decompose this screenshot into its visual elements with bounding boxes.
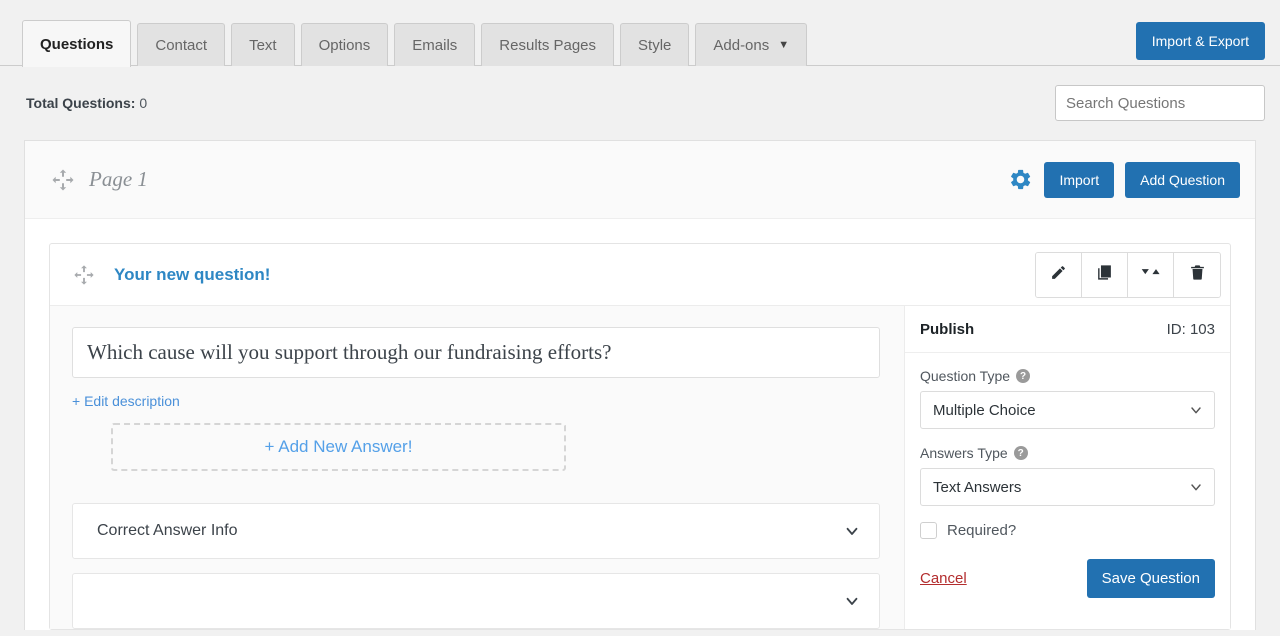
total-questions: Total Questions: 0	[26, 95, 147, 111]
chevron-down-icon	[843, 522, 861, 540]
page-card: Page 1 Import Add Question Your new ques…	[24, 140, 1256, 630]
question-card: Your new question! Which cause will you …	[49, 243, 1231, 630]
tab-bar: Questions Contact Text Options Emails Re…	[0, 0, 1280, 67]
total-questions-count: 0	[139, 95, 148, 111]
tab-label: Text	[249, 36, 277, 54]
accordion-correct-answer-info[interactable]: Correct Answer Info	[72, 503, 880, 559]
total-questions-label: Total Questions:	[26, 95, 136, 111]
answers-type-label-text: Answers Type	[920, 445, 1008, 461]
gear-icon[interactable]	[1008, 167, 1033, 192]
tab-contact[interactable]: Contact	[137, 23, 226, 66]
cancel-link[interactable]: Cancel	[920, 570, 967, 587]
publish-header: Publish ID: 103	[905, 306, 1230, 353]
trash-icon	[1189, 264, 1206, 286]
tab-label: Questions	[40, 35, 114, 53]
required-label: Required?	[947, 522, 1017, 539]
duplicate-question-button[interactable]	[1082, 252, 1128, 297]
tab-style[interactable]: Style	[620, 23, 690, 66]
import-export-button[interactable]: Import & Export	[1135, 22, 1265, 60]
tab-emails[interactable]: Emails	[394, 23, 476, 66]
answers-type-select[interactable]: Text Answers	[920, 468, 1215, 506]
tab-label: Emails	[412, 36, 458, 54]
required-row: Required?	[920, 522, 1215, 539]
answers-type-value: Text Answers	[933, 478, 1022, 496]
tab-questions[interactable]: Questions	[22, 20, 132, 67]
page-header-left: Page 1	[51, 167, 148, 192]
chevron-down-icon: ▼	[778, 38, 790, 51]
question-type-select-wrap: Multiple Choice	[920, 391, 1215, 429]
question-type-select[interactable]: Multiple Choice	[920, 391, 1215, 429]
tab-results-pages[interactable]: Results Pages	[481, 23, 615, 66]
question-type-label: Question Type ?	[920, 368, 1215, 384]
page-title: Page 1	[89, 167, 148, 191]
question-header: Your new question!	[50, 244, 1230, 306]
publish-panel: Publish ID: 103 Question Type ? Multiple…	[904, 306, 1230, 629]
delete-question-button[interactable]	[1174, 252, 1220, 297]
move-arrows-icon[interactable]	[73, 264, 95, 286]
help-icon[interactable]: ?	[1013, 446, 1028, 460]
search-input[interactable]	[1055, 85, 1265, 121]
tab-label: Add-ons	[713, 36, 770, 54]
question-body: + Edit description + Add New Answer! Cor…	[50, 306, 1230, 629]
publish-actions: Cancel Save Question	[920, 559, 1215, 598]
publish-body: Question Type ? Multiple Choice Answers …	[905, 353, 1230, 598]
pencil-icon	[1050, 264, 1067, 286]
edit-question-button[interactable]	[1036, 252, 1082, 297]
tab-addons[interactable]: Add-ons ▼	[695, 23, 808, 66]
required-checkbox[interactable]	[920, 522, 937, 539]
accordion-label: Correct Answer Info	[97, 522, 238, 539]
page-header: Page 1 Import Add Question	[25, 141, 1255, 219]
tab-text[interactable]: Text	[231, 23, 295, 66]
question-id-label: ID: 103	[1166, 320, 1215, 338]
edit-description-link[interactable]: + Edit description	[72, 393, 180, 409]
tab-label: Style	[638, 36, 672, 54]
add-question-button[interactable]: Add Question	[1125, 161, 1240, 198]
question-type-label-text: Question Type	[920, 368, 1011, 384]
help-icon[interactable]: ?	[1016, 369, 1031, 383]
answers-type-select-wrap: Text Answers	[920, 468, 1215, 506]
question-text-input[interactable]	[72, 327, 880, 378]
tab-label: Results Pages	[499, 36, 597, 54]
page-body: Your new question! Which cause will you …	[25, 219, 1255, 630]
question-title: Your new question!	[114, 264, 271, 284]
tab-label: Contact	[155, 36, 208, 54]
question-main: + Edit description + Add New Answer! Cor…	[50, 306, 904, 629]
chevron-down-icon	[843, 592, 861, 610]
reorder-question-button[interactable]	[1128, 252, 1174, 297]
accordion-secondary[interactable]	[72, 573, 880, 629]
sort-arrows-icon	[1141, 265, 1161, 284]
page-header-right: Import Add Question	[1008, 161, 1240, 198]
question-header-left: Your new question!	[73, 264, 270, 286]
question-action-buttons	[1035, 251, 1221, 298]
add-new-answer-button[interactable]: + Add New Answer!	[111, 423, 566, 471]
save-question-button[interactable]: Save Question	[1086, 559, 1215, 598]
move-arrows-icon[interactable]	[51, 168, 75, 192]
question-type-value: Multiple Choice	[933, 401, 1036, 419]
publish-title: Publish	[920, 320, 975, 338]
answers-type-label: Answers Type ?	[920, 445, 1215, 461]
import-button[interactable]: Import	[1044, 161, 1115, 198]
tab-options[interactable]: Options	[300, 23, 389, 66]
copy-icon	[1096, 264, 1113, 286]
questions-toolbar: Total Questions: 0	[0, 66, 1280, 140]
tab-label: Options	[318, 36, 371, 54]
